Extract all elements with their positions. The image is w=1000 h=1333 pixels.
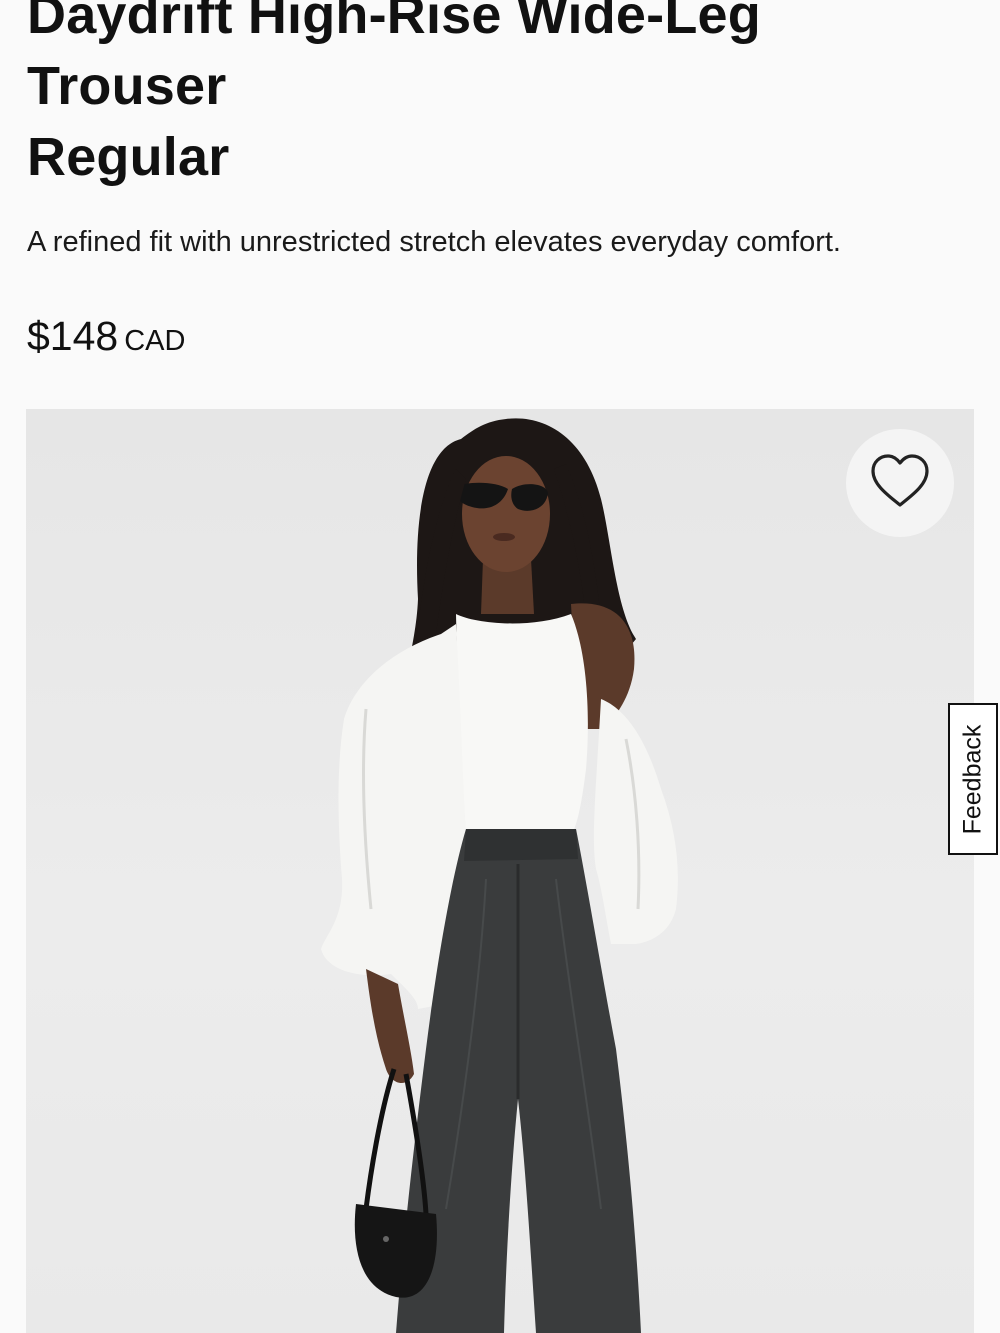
product-title-line-3: Regular [27,127,230,187]
product-price: $148 CAD [27,311,185,361]
feedback-tab[interactable]: Feedback [948,703,998,855]
model-illustration [321,418,678,1333]
heart-icon [869,453,931,514]
product-image[interactable] [26,409,974,1333]
price-currency: CAD [124,325,186,357]
product-title: Daydrift High-Rise Wide-Leg Trouser Regu… [27,0,907,193]
feedback-label: Feedback [958,724,987,834]
price-amount: $148 [27,313,119,359]
product-title-line-2: Trouser [27,56,227,116]
product-description: A refined fit with unrestricted stretch … [27,226,841,258]
wishlist-button[interactable] [846,429,954,537]
product-title-line-1: Daydrift High-Rise Wide-Leg [27,0,761,45]
